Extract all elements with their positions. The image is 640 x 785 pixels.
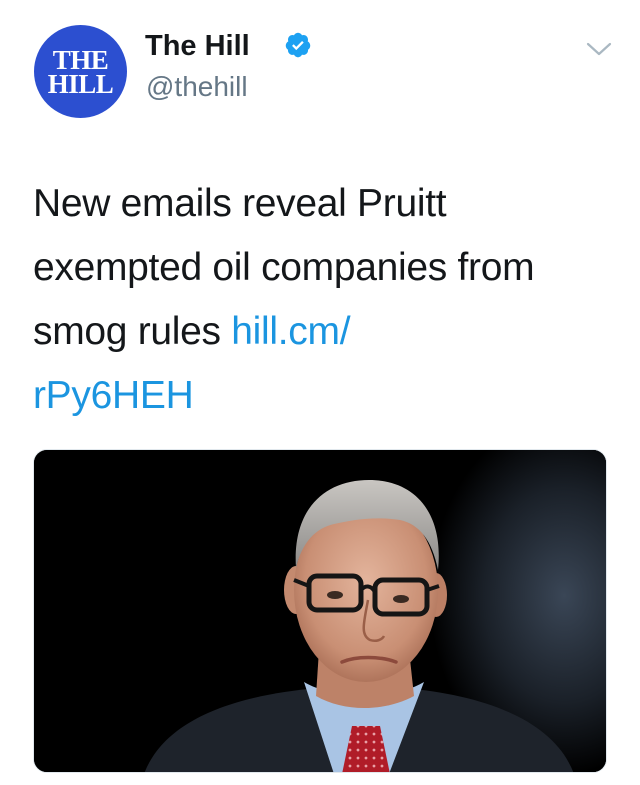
verified-badge-icon bbox=[285, 32, 311, 58]
tweet-link-part-1: hill.cm/ bbox=[231, 310, 351, 353]
avatar-logo-line-1: THE bbox=[52, 44, 109, 75]
avatar[interactable]: THE HILL bbox=[34, 25, 127, 118]
portrait-photo bbox=[34, 450, 606, 772]
tweet-card[interactable]: THE HILL The Hill @thehill New emails re… bbox=[0, 0, 640, 785]
chevron-down-icon[interactable] bbox=[586, 40, 612, 58]
account-handle[interactable]: @thehill bbox=[146, 70, 248, 104]
tweet-photo[interactable] bbox=[33, 449, 607, 773]
display-name[interactable]: The Hill bbox=[145, 28, 250, 64]
tweet-text: New emails reveal Pruitt exempted oil co… bbox=[33, 172, 593, 428]
tweet-link-part-2: rPy6HEH bbox=[33, 374, 194, 417]
avatar-logo-line-2: HILL bbox=[47, 68, 114, 99]
